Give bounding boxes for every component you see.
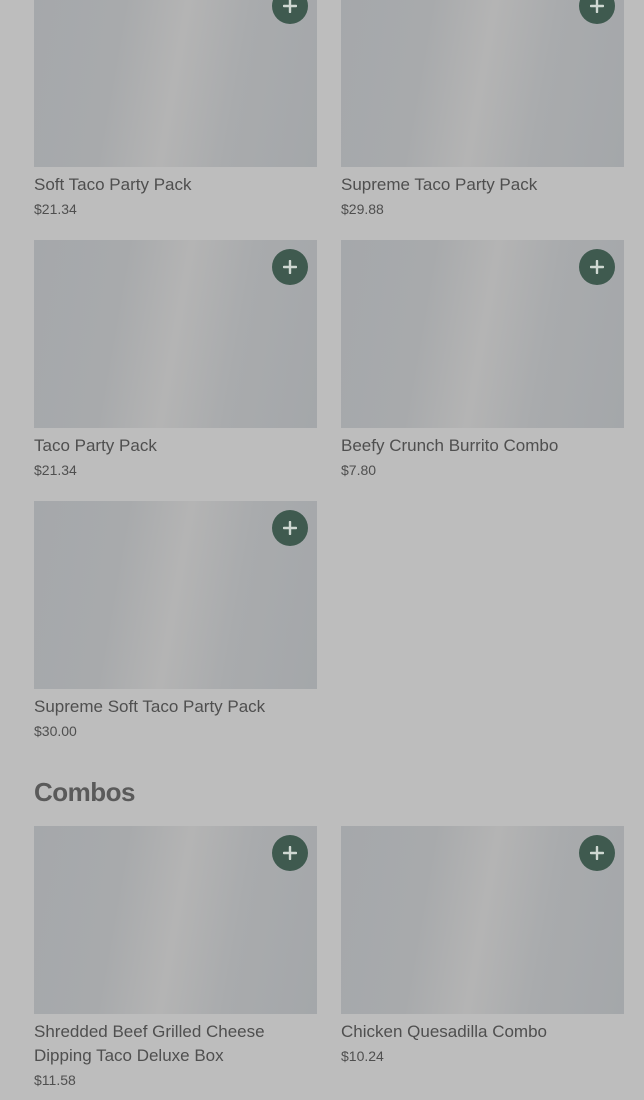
plus-icon [283,0,297,13]
menu-item-image[interactable] [34,501,317,689]
menu-item-price: $7.80 [341,462,377,478]
plus-icon [283,846,297,860]
plus-icon [283,260,297,274]
menu-item-price: $29.88 [341,201,384,217]
add-item-button[interactable] [579,835,615,871]
plus-icon [590,260,604,274]
menu-item-card[interactable]: Supreme Soft Taco Party Pack $30.00 [34,501,317,740]
add-item-button[interactable] [272,249,308,285]
section-title-combos: Combos [34,777,136,807]
menu-page: Soft Taco Party Pack $21.34 Supreme Taco… [0,0,644,1100]
add-item-button[interactable] [272,835,308,871]
menu-item-name[interactable]: Supreme Soft Taco Party Pack [34,695,317,719]
menu-item-card[interactable]: Shredded Beef Grilled Cheese Dipping Tac… [34,826,317,1089]
menu-item-image[interactable] [341,240,624,428]
menu-item-price: $21.34 [34,462,77,478]
menu-item-card[interactable]: Soft Taco Party Pack $21.34 [34,0,317,218]
menu-item-price: $21.34 [34,201,77,217]
menu-item-image[interactable] [341,826,624,1014]
menu-item-image[interactable] [34,826,317,1014]
menu-item-price: $30.00 [34,723,77,739]
menu-item-card[interactable]: Chicken Quesadilla Combo $10.24 [341,826,624,1065]
menu-item-name[interactable]: Chicken Quesadilla Combo [341,1020,624,1044]
plus-icon [590,846,604,860]
menu-item-name[interactable]: Supreme Taco Party Pack [341,173,624,197]
menu-item-card[interactable]: Beefy Crunch Burrito Combo $7.80 [341,240,624,479]
menu-item-image[interactable] [34,0,317,167]
add-item-button[interactable] [579,249,615,285]
plus-icon [590,0,604,13]
menu-item-image[interactable] [341,0,624,167]
menu-item-name[interactable]: Shredded Beef Grilled Cheese Dipping Tac… [34,1020,317,1068]
add-item-button[interactable] [579,0,615,24]
menu-item-price: $11.58 [34,1072,76,1088]
plus-icon [283,521,297,535]
menu-item-card[interactable]: Taco Party Pack $21.34 [34,240,317,479]
menu-item-name[interactable]: Soft Taco Party Pack [34,173,317,197]
add-item-button[interactable] [272,0,308,24]
add-item-button[interactable] [272,510,308,546]
menu-item-image[interactable] [34,240,317,428]
menu-item-card[interactable]: Supreme Taco Party Pack $29.88 [341,0,624,218]
menu-item-name[interactable]: Beefy Crunch Burrito Combo [341,434,624,458]
menu-item-price: $10.24 [341,1048,384,1064]
menu-item-name[interactable]: Taco Party Pack [34,434,317,458]
